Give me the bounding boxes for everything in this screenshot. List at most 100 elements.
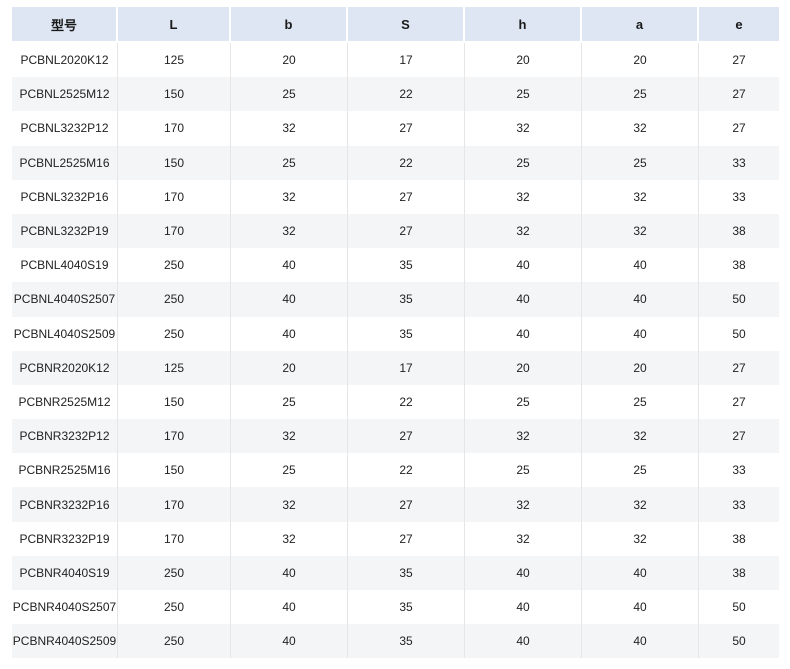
cell-h: 32 xyxy=(465,111,582,146)
cell-e: 38 xyxy=(699,521,779,556)
table-row: PCBNL3232P19 170 32 27 32 32 38 xyxy=(12,213,779,249)
cell-e: 50 xyxy=(699,590,779,625)
cell-h: 32 xyxy=(465,213,582,249)
cell-e: 50 xyxy=(699,282,779,317)
cell-l: 250 xyxy=(118,555,231,590)
cell-a: 32 xyxy=(582,111,699,146)
table-row: PCBNL3232P12 170 32 27 32 32 27 xyxy=(12,111,779,146)
cell-s: 22 xyxy=(348,145,465,180)
table-row: PCBNR2525M12 150 25 22 25 25 27 xyxy=(12,384,779,420)
cell-e: 27 xyxy=(699,384,779,420)
cell-e: 50 xyxy=(699,624,779,659)
cell-a: 40 xyxy=(582,282,699,317)
cell-s: 27 xyxy=(348,111,465,146)
cell-s: 35 xyxy=(348,555,465,590)
cell-b: 32 xyxy=(231,419,348,454)
cell-s: 22 xyxy=(348,384,465,420)
cell-s: 27 xyxy=(348,419,465,454)
cell-h: 32 xyxy=(465,419,582,454)
cell-b: 20 xyxy=(231,350,348,385)
header-s: S xyxy=(348,7,465,43)
cell-l: 125 xyxy=(118,43,231,78)
cell-l: 170 xyxy=(118,419,231,454)
cell-b: 25 xyxy=(231,453,348,488)
cell-s: 22 xyxy=(348,77,465,112)
cell-e: 33 xyxy=(699,487,779,522)
cell-a: 25 xyxy=(582,453,699,488)
cell-model: PCBNR3232P19 xyxy=(12,521,118,556)
table-row: PCBNR3232P16 170 32 27 32 32 33 xyxy=(12,487,779,522)
table-row: PCBNL4040S2509 250 40 35 40 40 50 xyxy=(12,316,779,351)
cell-a: 32 xyxy=(582,179,699,214)
cell-model: PCBNL2525M16 xyxy=(12,145,118,180)
table-row: PCBNR4040S2507 250 40 35 40 40 50 xyxy=(12,590,779,625)
cell-b: 32 xyxy=(231,487,348,522)
cell-b: 32 xyxy=(231,521,348,556)
cell-e: 33 xyxy=(699,145,779,180)
cell-e: 50 xyxy=(699,316,779,351)
cell-model: PCBNL3232P19 xyxy=(12,213,118,249)
cell-model: PCBNL2020K12 xyxy=(12,43,118,78)
table-row: PCBNR2525M16 150 25 22 25 25 33 xyxy=(12,453,779,488)
cell-b: 25 xyxy=(231,77,348,112)
cell-h: 32 xyxy=(465,521,582,556)
cell-b: 40 xyxy=(231,316,348,351)
cell-h: 40 xyxy=(465,282,582,317)
header-a: a xyxy=(582,7,699,43)
cell-model: PCBNL3232P12 xyxy=(12,111,118,146)
cell-e: 33 xyxy=(699,179,779,214)
cell-a: 32 xyxy=(582,213,699,249)
cell-a: 20 xyxy=(582,350,699,385)
cell-s: 35 xyxy=(348,624,465,659)
cell-e: 33 xyxy=(699,453,779,488)
cell-s: 27 xyxy=(348,487,465,522)
cell-b: 32 xyxy=(231,213,348,249)
table-row: PCBNL2525M16 150 25 22 25 25 33 xyxy=(12,145,779,180)
cell-e: 38 xyxy=(699,248,779,283)
header-h: h xyxy=(465,7,582,43)
cell-h: 40 xyxy=(465,316,582,351)
header-b: b xyxy=(231,7,348,43)
cell-model: PCBNR4040S19 xyxy=(12,555,118,590)
cell-b: 32 xyxy=(231,179,348,214)
spec-table: 型号 L b S h a e PCBNL2020K12 125 20 17 20 20 27… xyxy=(12,7,779,659)
cell-h: 20 xyxy=(465,43,582,78)
table-row: PCBNR4040S19 250 40 35 40 40 38 xyxy=(12,555,779,590)
table-row: PCBNL4040S19 250 40 35 40 40 38 xyxy=(12,248,779,283)
table-row: PCBNL4040S2507 250 40 35 40 40 50 xyxy=(12,282,779,317)
cell-a: 40 xyxy=(582,624,699,659)
cell-e: 27 xyxy=(699,43,779,78)
cell-l: 150 xyxy=(118,77,231,112)
cell-a: 32 xyxy=(582,419,699,454)
table-row: PCBNR3232P12 170 32 27 32 32 27 xyxy=(12,419,779,454)
table-row: PCBNL2020K12 125 20 17 20 20 27 xyxy=(12,43,779,78)
cell-h: 25 xyxy=(465,453,582,488)
table-row: PCBNR4040S2509 250 40 35 40 40 50 xyxy=(12,624,779,659)
cell-b: 40 xyxy=(231,555,348,590)
cell-b: 25 xyxy=(231,384,348,420)
cell-a: 25 xyxy=(582,145,699,180)
cell-l: 250 xyxy=(118,316,231,351)
cell-h: 32 xyxy=(465,179,582,214)
cell-s: 35 xyxy=(348,316,465,351)
table-row: PCBNL3232P16 170 32 27 32 32 33 xyxy=(12,179,779,214)
cell-h: 25 xyxy=(465,145,582,180)
cell-l: 150 xyxy=(118,453,231,488)
cell-a: 25 xyxy=(582,384,699,420)
cell-b: 40 xyxy=(231,624,348,659)
cell-l: 125 xyxy=(118,350,231,385)
cell-model: PCBNL3232P16 xyxy=(12,179,118,214)
cell-a: 20 xyxy=(582,43,699,78)
table-row: PCBNR3232P19 170 32 27 32 32 38 xyxy=(12,521,779,556)
cell-h: 40 xyxy=(465,248,582,283)
cell-model: PCBNL4040S2507 xyxy=(12,282,118,317)
cell-model: PCBNR3232P12 xyxy=(12,419,118,454)
cell-l: 250 xyxy=(118,282,231,317)
cell-a: 40 xyxy=(582,248,699,283)
cell-model: PCBNR4040S2509 xyxy=(12,624,118,659)
cell-l: 250 xyxy=(118,590,231,625)
cell-e: 38 xyxy=(699,555,779,590)
cell-a: 40 xyxy=(582,555,699,590)
cell-b: 40 xyxy=(231,590,348,625)
cell-e: 27 xyxy=(699,77,779,112)
